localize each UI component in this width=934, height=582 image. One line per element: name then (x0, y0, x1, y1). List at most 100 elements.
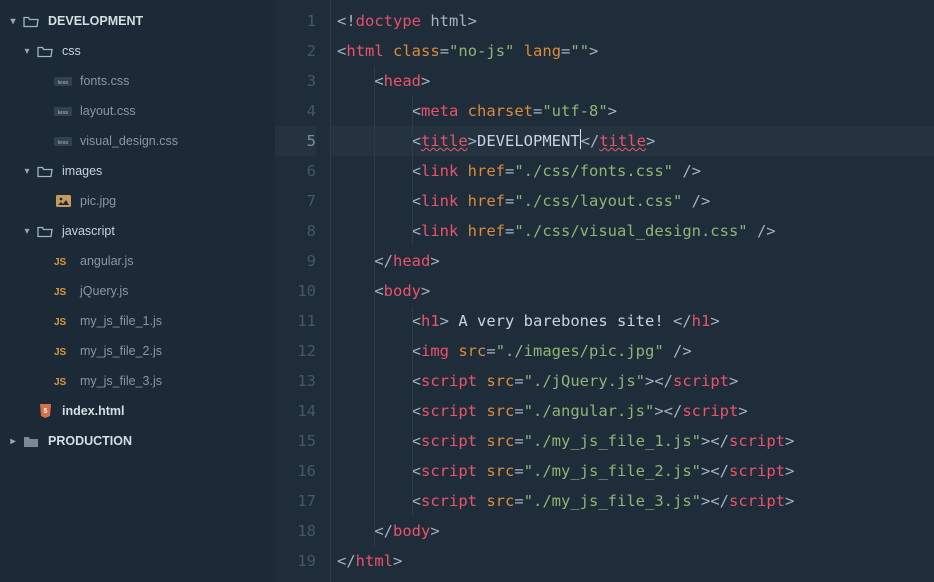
chevron-down-icon[interactable]: ▾ (22, 226, 32, 237)
token-pun: < (412, 342, 421, 360)
line-number[interactable]: 6 (275, 156, 316, 186)
tree-item-angular-js[interactable]: JSangular.js (0, 246, 275, 276)
token-tag: link (421, 162, 458, 180)
tree-item-index-html[interactable]: 5index.html (0, 396, 275, 426)
code-line[interactable]: </head> (331, 246, 934, 276)
tree-item-visual-design-css[interactable]: lessvisual_design.css (0, 126, 275, 156)
tree-item-images[interactable]: ▾images (0, 156, 275, 186)
token-pun (477, 432, 486, 450)
token-pun: = (440, 42, 449, 60)
token-pun: > (785, 492, 794, 510)
svg-text:JS: JS (54, 257, 67, 267)
token-pun: </ (374, 252, 393, 270)
tree-item-css[interactable]: ▾css (0, 36, 275, 66)
token-str: "./css/fonts.css" (514, 162, 673, 180)
chevron-right-icon[interactable]: ▸ (8, 436, 18, 447)
line-number[interactable]: 14 (275, 396, 316, 426)
tree-item-pic-jpg[interactable]: pic.jpg (0, 186, 275, 216)
code-line[interactable]: <script src="./angular.js"></script> (331, 396, 934, 426)
code-line[interactable]: <script src="./my_js_file_2.js"></script… (331, 456, 934, 486)
line-number[interactable]: 2 (275, 36, 316, 66)
token-attr: src (486, 432, 514, 450)
token-pun: < (412, 162, 421, 180)
code-line[interactable]: </body> (331, 516, 934, 546)
token-pun: > (421, 72, 430, 90)
svg-text:JS: JS (54, 317, 67, 327)
line-number[interactable]: 4 (275, 96, 316, 126)
line-number[interactable]: 16 (275, 456, 316, 486)
token-str: "./jQuery.js" (524, 372, 645, 390)
tree-item-my-js-file-2-js[interactable]: JSmy_js_file_2.js (0, 336, 275, 366)
code-line[interactable]: <title>DEVELOPMENT</title> (331, 126, 934, 156)
token-attr: src (486, 462, 514, 480)
code-editor[interactable]: 12345678910111213141516171819 <!doctype … (275, 0, 934, 582)
line-number[interactable]: 19 (275, 546, 316, 576)
line-number[interactable]: 9 (275, 246, 316, 276)
code-line[interactable]: <h1> A very barebones site! </h1> (331, 306, 934, 336)
tree-item-layout-css[interactable]: lesslayout.css (0, 96, 275, 126)
image-icon (54, 194, 72, 208)
line-number[interactable]: 10 (275, 276, 316, 306)
tree-item-production[interactable]: ▸ PRODUCTION (0, 426, 275, 456)
tree-item-label: DEVELOPMENT (48, 14, 143, 28)
tree-item-label: PRODUCTION (48, 434, 132, 448)
token-pun: < (412, 192, 421, 210)
line-number[interactable]: 13 (275, 366, 316, 396)
line-number[interactable]: 17 (275, 486, 316, 516)
token-pun: < (412, 372, 421, 390)
file-tree-sidebar[interactable]: ▾ DEVELOPMENT ▾csslessfonts.csslesslayout.… (0, 0, 275, 582)
html-icon: 5 (36, 404, 54, 418)
folder-open-icon (36, 224, 54, 238)
token-pun: = (514, 432, 523, 450)
code-line[interactable]: <body> (331, 276, 934, 306)
token-pun: < (374, 72, 383, 90)
token-pun: ></ (654, 402, 682, 420)
token-pun: > (646, 132, 655, 150)
line-number[interactable]: 7 (275, 186, 316, 216)
line-number[interactable]: 18 (275, 516, 316, 546)
token-pun: > (440, 312, 449, 330)
code-line[interactable]: <head> (331, 66, 934, 96)
chevron-down-icon[interactable]: ▾ (22, 166, 32, 177)
token-str: "./css/visual_design.css" (514, 222, 747, 240)
line-number[interactable]: 1 (275, 6, 316, 36)
token-pun: = (486, 342, 495, 360)
tree-item-my-js-file-1-js[interactable]: JSmy_js_file_1.js (0, 306, 275, 336)
tree-item-fonts-css[interactable]: lessfonts.css (0, 66, 275, 96)
code-area[interactable]: <!doctype html><html class="no-js" lang=… (330, 0, 934, 582)
code-line[interactable]: <link href="./css/visual_design.css" /> (331, 216, 934, 246)
code-line[interactable]: <!doctype html> (331, 6, 934, 36)
token-pun (458, 222, 467, 240)
tree-item-development[interactable]: ▾ DEVELOPMENT (0, 6, 275, 36)
token-tag: html (346, 42, 383, 60)
tree-item-my-js-file-3-js[interactable]: JSmy_js_file_3.js (0, 366, 275, 396)
chevron-down-icon[interactable]: ▾ (8, 16, 18, 27)
code-line[interactable]: <meta charset="utf-8"> (331, 96, 934, 126)
code-line[interactable]: </html> (331, 546, 934, 576)
tree-item-label: javascript (62, 224, 115, 238)
code-line[interactable]: <html class="no-js" lang=""> (331, 36, 934, 66)
code-line[interactable]: <script src="./my_js_file_3.js"></script… (331, 486, 934, 516)
code-line[interactable]: <script src="./my_js_file_1.js"></script… (331, 426, 934, 456)
line-number[interactable]: 11 (275, 306, 316, 336)
tree-item-javascript[interactable]: ▾ javascript (0, 216, 275, 246)
token-pun: > (468, 132, 477, 150)
chevron-down-icon[interactable]: ▾ (22, 46, 32, 57)
folder-icon (22, 434, 40, 448)
code-line[interactable]: <script src="./jQuery.js"></script> (331, 366, 934, 396)
tree-item-label: pic.jpg (80, 194, 116, 208)
code-line[interactable]: <link href="./css/fonts.css" /> (331, 156, 934, 186)
token-pun: < (374, 282, 383, 300)
tree-item-jquery-js[interactable]: JSjQuery.js (0, 276, 275, 306)
line-number[interactable]: 5 (275, 126, 316, 156)
line-number[interactable]: 8 (275, 216, 316, 246)
line-number[interactable]: 15 (275, 426, 316, 456)
code-line[interactable]: <link href="./css/layout.css" /> (331, 186, 934, 216)
line-number[interactable]: 3 (275, 66, 316, 96)
token-pun: /> (748, 222, 776, 240)
token-pun: > (608, 102, 617, 120)
token-attr: href (468, 222, 505, 240)
js-icon: JS (54, 284, 72, 298)
line-number[interactable]: 12 (275, 336, 316, 366)
code-line[interactable]: <img src="./images/pic.jpg" /> (331, 336, 934, 366)
